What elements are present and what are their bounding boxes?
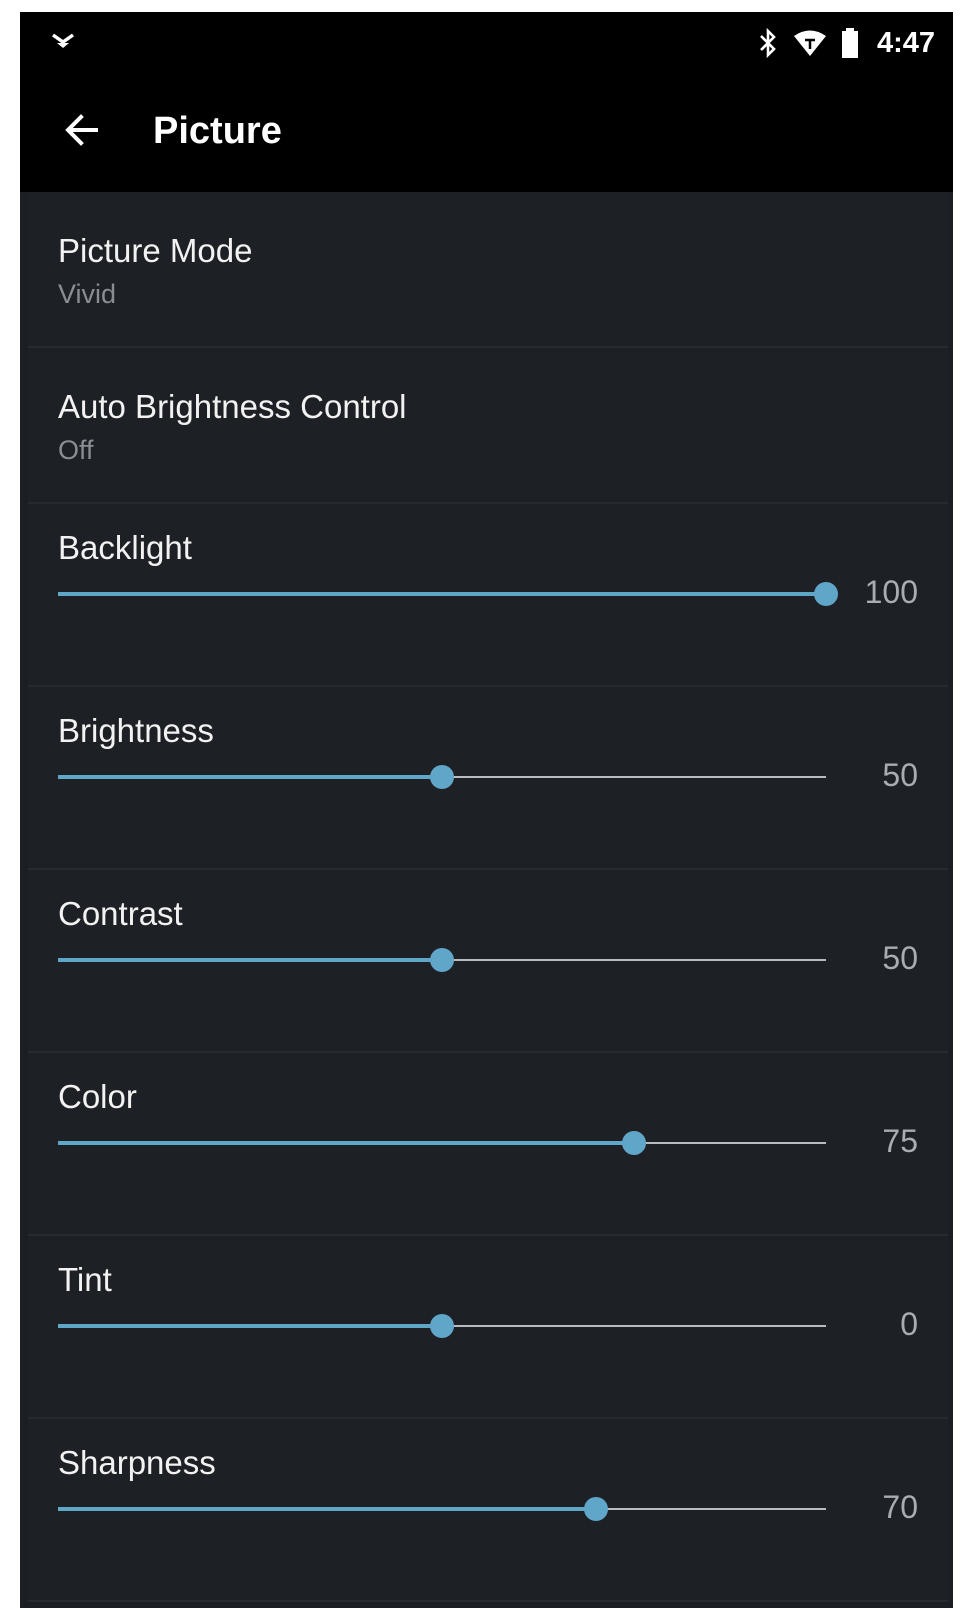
tint-setting: Tint 0 (28, 1236, 948, 1419)
arrow-left-icon (62, 110, 102, 155)
slider-fill (58, 1507, 596, 1511)
brightness-value: 50 (882, 757, 918, 793)
color-slider[interactable] (58, 1131, 826, 1155)
wifi-icon (793, 29, 827, 57)
battery-icon (841, 27, 859, 59)
backlight-slider[interactable] (58, 582, 838, 606)
brightness-slider[interactable] (58, 765, 826, 789)
slider-thumb[interactable] (622, 1131, 646, 1155)
sharpness-setting: Sharpness 70 (28, 1419, 948, 1602)
brightness-label: Brightness (58, 712, 214, 749)
contrast-slider[interactable] (58, 948, 826, 972)
sharpness-label: Sharpness (58, 1444, 216, 1481)
auto-brightness-setting[interactable]: Auto Brightness Control Off (28, 348, 948, 504)
notification-chevron-icon (50, 30, 76, 54)
tint-label: Tint (58, 1261, 112, 1298)
tint-value: 0 (900, 1306, 918, 1342)
picture-mode-value: Vivid (58, 279, 117, 309)
color-label: Color (58, 1078, 137, 1115)
slider-thumb[interactable] (430, 765, 454, 789)
clock: 4:47 (876, 26, 935, 59)
brightness-setting: Brightness 50 (28, 687, 948, 870)
backlight-value: 100 (864, 574, 918, 610)
slider-fill (58, 775, 442, 779)
slider-fill (58, 1141, 634, 1145)
slider-thumb[interactable] (583, 1497, 608, 1521)
status-icons: 4:47 (757, 12, 935, 74)
auto-brightness-label: Auto Brightness Control (58, 388, 407, 425)
contrast-setting: Contrast 50 (28, 870, 948, 1053)
page-title: Picture (153, 110, 282, 152)
color-value: 75 (882, 1123, 918, 1159)
sharpness-slider[interactable] (58, 1497, 826, 1521)
slider-fill (58, 958, 442, 962)
slider-thumb[interactable] (430, 948, 454, 972)
contrast-label: Contrast (58, 895, 183, 932)
picture-mode-label: Picture Mode (58, 232, 253, 269)
status-bar: 4:47 (20, 12, 953, 74)
screen: 4:47 Picture Picture Mode Vivid Auto Bri… (20, 12, 953, 1608)
bluetooth-icon (757, 27, 779, 59)
slider-fill (58, 592, 826, 596)
app-bar: Picture (20, 74, 953, 192)
slider-fill (58, 1324, 442, 1328)
tint-slider[interactable] (58, 1314, 826, 1338)
contrast-value: 50 (882, 940, 918, 976)
color-setting: Color 75 (28, 1053, 948, 1236)
settings-list: Picture Mode Vivid Auto Brightness Contr… (28, 192, 948, 1602)
slider-thumb[interactable] (814, 582, 838, 606)
slider-thumb[interactable] (430, 1314, 454, 1338)
picture-mode-setting[interactable]: Picture Mode Vivid (28, 192, 948, 348)
auto-brightness-value: Off (58, 435, 94, 465)
backlight-setting: Backlight 100 (28, 504, 948, 687)
back-button[interactable] (54, 104, 110, 160)
sharpness-value: 70 (882, 1489, 918, 1525)
backlight-label: Backlight (58, 529, 192, 566)
